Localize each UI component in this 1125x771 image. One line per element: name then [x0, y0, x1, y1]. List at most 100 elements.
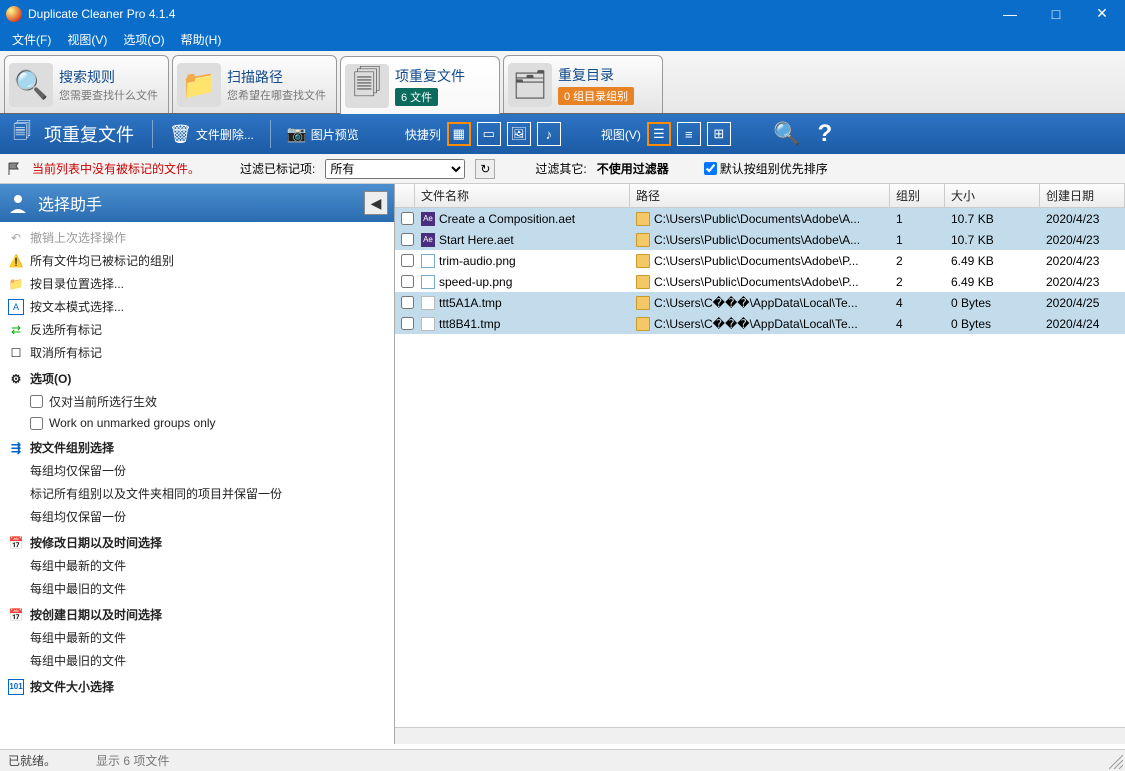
delete-files-button[interactable]: 🗑 文件删除...: [163, 122, 260, 147]
menu-options[interactable]: 选项(O): [115, 28, 172, 51]
select-by-location-item[interactable]: 📁按目录位置选择...: [0, 272, 394, 295]
filter-other-label: 过滤其它:: [535, 160, 586, 177]
col-filename[interactable]: 文件名称: [415, 184, 630, 207]
col-size[interactable]: 大小: [945, 184, 1040, 207]
flag-icon: [8, 162, 22, 176]
filter-other-value[interactable]: 不使用过滤器: [597, 160, 669, 177]
table-row[interactable]: AeCreate a Composition.aetC:\Users\Publi…: [395, 208, 1125, 229]
checkbox[interactable]: [704, 162, 717, 175]
group-keep-one2-item[interactable]: 每组均仅保留一份: [0, 505, 394, 528]
menu-view[interactable]: 视图(V): [59, 28, 115, 51]
col-preset-3-button[interactable]: 🖼: [507, 122, 531, 146]
view-grid-button[interactable]: ⊞: [707, 122, 731, 146]
row-checkbox[interactable]: [401, 317, 414, 330]
group-icon: ⇶: [8, 440, 24, 456]
filter-marked-select[interactable]: 所有: [325, 159, 465, 179]
list-body[interactable]: AeCreate a Composition.aet C:\Users\Publi…: [395, 208, 1125, 727]
invert-marks-item[interactable]: ⇄反选所有标记: [0, 318, 394, 341]
quick-columns-label: 快捷列: [405, 126, 441, 143]
unmark-all-item[interactable]: ☐取消所有标记: [0, 341, 394, 364]
mdate-header: 📅按修改日期以及时间选择: [0, 528, 394, 554]
cell-path: C:\Users\C���\AppData\Local\Te...: [630, 317, 890, 331]
tab-duplicate-dirs[interactable]: 🗂 重复目录 0 组目录组别: [503, 55, 663, 113]
cdate-oldest-item[interactable]: 每组中最旧的文件: [0, 649, 394, 672]
opt-selected-only[interactable]: 仅对当前所选行生效: [0, 390, 394, 413]
view-list-button[interactable]: ☰: [647, 122, 671, 146]
checkbox[interactable]: [30, 395, 43, 408]
options-header: ⚙选项(O): [0, 364, 394, 390]
row-checkbox[interactable]: [401, 275, 414, 288]
text-icon: A: [8, 299, 24, 315]
sidebar-header: 选择助手 ◀: [0, 184, 394, 222]
undo-selection-item[interactable]: ↶撤销上次选择操作: [0, 226, 394, 249]
collapse-sidebar-button[interactable]: ◀: [364, 191, 388, 215]
cell-path: C:\Users\Public\Documents\Adobe\P...: [630, 254, 890, 268]
search-icon[interactable]: 🔍: [771, 118, 803, 150]
tab-duplicate-files[interactable]: 🗐 项重复文件 6 文件: [340, 56, 500, 114]
default-sort-checkbox[interactable]: 默认按组别优先排序: [704, 160, 828, 177]
main-tabs: 🔍 搜索规则 您需要查找什么文件 📁 扫描路径 您希望在哪查找文件 🗐 项重复文…: [0, 51, 1125, 114]
tab-scan-path[interactable]: 📁 扫描路径 您希望在哪查找文件: [172, 55, 337, 113]
cell-date: 2020/4/23: [1040, 254, 1125, 268]
menu-file[interactable]: 文件(F): [4, 28, 59, 51]
cell-filename: speed-up.png: [415, 275, 630, 289]
image-preview-button[interactable]: 📷 图片预览: [281, 122, 365, 146]
main-area: 选择助手 ◀ ↶撤销上次选择操作 ⚠️所有文件均已被标记的组别 📁按目录位置选择…: [0, 184, 1125, 744]
table-row[interactable]: trim-audio.pngC:\Users\Public\Documents\…: [395, 250, 1125, 271]
mdate-oldest-item[interactable]: 每组中最旧的文件: [0, 577, 394, 600]
cell-size: 10.7 KB: [945, 212, 1040, 226]
group-mark-all-item[interactable]: 标记所有组别以及文件夹相同的项目并保留一份: [0, 482, 394, 505]
col-preset-2-button[interactable]: ▭: [477, 122, 501, 146]
table-row[interactable]: speed-up.pngC:\Users\Public\Documents\Ad…: [395, 271, 1125, 292]
size-icon: 101: [8, 679, 24, 695]
col-path[interactable]: 路径: [630, 184, 890, 207]
col-preset-1-button[interactable]: ▦: [447, 122, 471, 146]
folder-search-icon: 📁: [177, 63, 221, 107]
row-checkbox[interactable]: [401, 233, 414, 246]
cell-path: C:\Users\Public\Documents\Adobe\P...: [630, 275, 890, 289]
row-checkbox[interactable]: [401, 212, 414, 225]
mdate-newest-item[interactable]: 每组中最新的文件: [0, 554, 394, 577]
cell-group: 2: [890, 254, 945, 268]
cell-size: 6.49 KB: [945, 275, 1040, 289]
cdate-newest-item[interactable]: 每组中最新的文件: [0, 626, 394, 649]
menu-help[interactable]: 帮助(H): [173, 28, 230, 51]
magnifier-icon: 🔍: [9, 63, 53, 107]
sidebar-body: ↶撤销上次选择操作 ⚠️所有文件均已被标记的组别 📁按目录位置选择... A按文…: [0, 222, 394, 744]
tab-search-rules[interactable]: 🔍 搜索规则 您需要查找什么文件: [4, 55, 169, 113]
minimize-button[interactable]: —: [987, 0, 1033, 27]
group-keep-one-item[interactable]: 每组均仅保留一份: [0, 459, 394, 482]
cell-filename: AeCreate a Composition.aet: [415, 212, 630, 226]
row-checkbox[interactable]: [401, 254, 414, 267]
maximize-button[interactable]: □: [1033, 0, 1079, 27]
col-checkbox[interactable]: [395, 184, 415, 207]
close-button[interactable]: ✕: [1079, 0, 1125, 27]
group-select-header: ⇶按文件组别选择: [0, 433, 394, 459]
table-row[interactable]: ttt8B41.tmpC:\Users\C���\AppData\Local\T…: [395, 313, 1125, 334]
refresh-button[interactable]: ↻: [475, 159, 495, 179]
button-label: 文件删除...: [196, 126, 254, 143]
cell-filename: AeStart Here.aet: [415, 233, 630, 247]
col-preset-4-button[interactable]: ♪: [537, 122, 561, 146]
filter-bar: 当前列表中没有被标记的文件。 过滤已标记项: 所有 ↻ 过滤其它: 不使用过滤器…: [0, 154, 1125, 184]
cell-date: 2020/4/25: [1040, 296, 1125, 310]
trash-icon: 🗑: [169, 124, 192, 145]
view-label: 视图(V): [601, 126, 641, 143]
col-group[interactable]: 组别: [890, 184, 945, 207]
table-row[interactable]: ttt5A1A.tmpC:\Users\C���\AppData\Local\T…: [395, 292, 1125, 313]
select-by-pattern-item[interactable]: A按文本模式选择...: [0, 295, 394, 318]
help-icon[interactable]: ?: [809, 118, 841, 150]
cell-size: 0 Bytes: [945, 296, 1040, 310]
checkbox[interactable]: [30, 417, 43, 430]
opt-unmarked-only[interactable]: Work on unmarked groups only: [0, 413, 394, 433]
user-icon: [6, 191, 30, 215]
horizontal-scrollbar[interactable]: [395, 727, 1125, 744]
row-checkbox[interactable]: [401, 296, 414, 309]
all-marked-groups-item[interactable]: ⚠️所有文件均已被标记的组别: [0, 249, 394, 272]
table-row[interactable]: AeStart Here.aetC:\Users\Public\Document…: [395, 229, 1125, 250]
col-created[interactable]: 创建日期: [1040, 184, 1125, 207]
cell-filename: ttt5A1A.tmp: [415, 296, 630, 310]
resize-grip[interactable]: [1109, 755, 1123, 769]
cell-date: 2020/4/23: [1040, 233, 1125, 247]
view-details-button[interactable]: ≡: [677, 122, 701, 146]
